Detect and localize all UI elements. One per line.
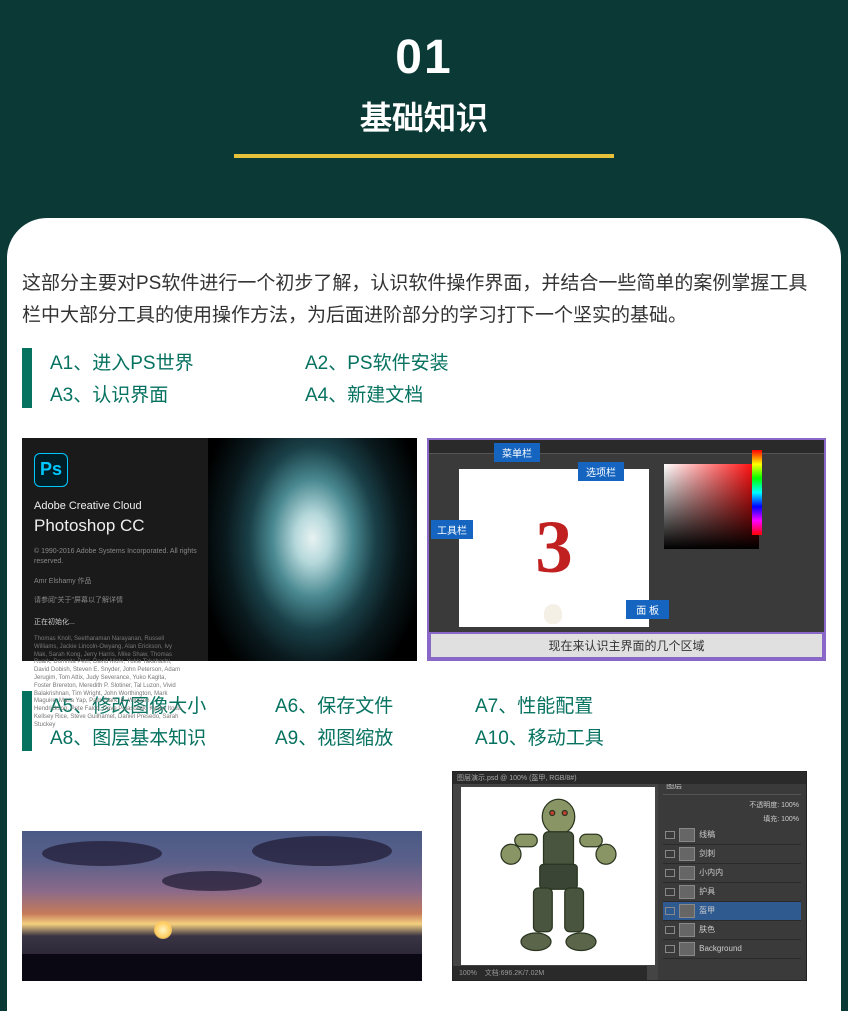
visibility-icon <box>665 907 675 915</box>
doc-info: 文档:696.2K/7.02M <box>485 970 545 977</box>
layer-name: Background <box>699 944 742 953</box>
layer-name: 盔甲 <box>699 905 715 916</box>
layer-thumb <box>679 923 695 937</box>
layer-thumb <box>679 904 695 918</box>
cloud <box>42 841 162 866</box>
skyline <box>22 936 422 981</box>
layer-name: 护具 <box>699 886 715 897</box>
tools-label: 工具栏 <box>431 520 473 539</box>
cloud <box>162 871 262 891</box>
cloud <box>252 836 392 866</box>
splash-artwork <box>208 438 417 661</box>
splash-reading: 请参阅"关于"屏幕以了解详情 <box>34 596 208 606</box>
panel-label: 面 板 <box>626 600 669 619</box>
layer-row: Background <box>663 940 801 959</box>
section-number: 01 <box>0 30 848 85</box>
splash-brand: Adobe Creative Cloud <box>34 499 208 513</box>
ps-toolbar <box>429 454 454 632</box>
splash-copyright: © 1990-2016 Adobe Systems Incorporated. … <box>34 547 208 567</box>
ps-logo-icon: Ps <box>34 453 68 487</box>
image-row-1: Ps Adobe Creative Cloud Photoshop CC © 1… <box>22 438 826 661</box>
layer-name: 线稿 <box>699 829 715 840</box>
layer-row: 盔甲 <box>663 902 801 921</box>
doc-title: 图层演示.psd @ 100% (盔甲, RGB/8#) <box>453 772 806 784</box>
splash-credits: Thomas Knoll, Seetharaman Narayanan, Rus… <box>34 636 184 730</box>
accent-bar <box>22 691 32 751</box>
topic-item: A2、PS软件安装 <box>305 348 530 376</box>
topic-item: A9、视图缩放 <box>275 723 445 751</box>
layer-row: 小内内 <box>663 864 801 883</box>
layer-name: 小内内 <box>699 867 723 878</box>
visibility-icon <box>665 850 675 858</box>
layer-row: 肤色 <box>663 921 801 940</box>
splash-product: Photoshop CC <box>34 515 208 537</box>
title-underline <box>234 154 614 158</box>
topic-item: A4、新建文档 <box>305 380 530 408</box>
layer-thumb <box>679 828 695 842</box>
section-header: 01 基础知识 <box>0 0 848 178</box>
layer-thumb <box>679 885 695 899</box>
zoom-level: 100% <box>459 970 477 977</box>
sunset-photo <box>22 831 422 981</box>
layer-row: 剑刺 <box>663 845 801 864</box>
menu-label: 菜单栏 <box>494 443 540 462</box>
topic-item: A1、进入PS世界 <box>50 348 275 376</box>
canvas-number: 3 <box>535 505 573 591</box>
splash-author: Amr Elshamy 作品 <box>34 577 208 587</box>
visibility-icon <box>665 888 675 896</box>
layer-name: 剑刺 <box>699 848 715 859</box>
layer-thumb <box>679 942 695 956</box>
layer-thumb <box>679 847 695 861</box>
visibility-icon <box>665 869 675 877</box>
topic-item: A10、移动工具 <box>475 723 655 751</box>
layer-row: 护具 <box>663 883 801 902</box>
visibility-icon <box>665 831 675 839</box>
layer-name: 肤色 <box>699 924 715 935</box>
ps-menubar <box>429 440 824 454</box>
options-label: 选项栏 <box>578 462 624 481</box>
hue-slider <box>752 450 762 535</box>
topic-group-1: A1、进入PS世界 A2、PS软件安装 A3、认识界面 A4、新建文档 <box>22 348 826 408</box>
ps-footer-caption: 现在来认识主界面的几个区域 <box>429 632 824 659</box>
color-picker <box>664 464 759 549</box>
content-card: 这部分主要对PS软件进行一个初步了解，认识软件操作界面，并结合一些简单的案例掌握… <box>7 218 841 1011</box>
topic-item: A7、性能配置 <box>475 691 655 719</box>
ps-canvas: 3 <box>459 469 649 627</box>
topic-item: A3、认识界面 <box>50 380 275 408</box>
photoshop-interface-screenshot: 菜单栏 选项栏 工具栏 3 面 板 现在来认识主界面的几个区域 <box>427 438 826 661</box>
description: 这部分主要对PS软件进行一个初步了解，认识软件操作界面，并结合一些简单的案例掌握… <box>22 268 826 333</box>
photoshop-splash-screenshot: Ps Adobe Creative Cloud Photoshop CC © 1… <box>22 438 417 661</box>
accent-bar <box>22 348 32 408</box>
layers-panel: 图层 不透明度: 100% 填充: 100% 线稿剑刺小内内护具盔甲肤色Back… <box>658 772 806 980</box>
ogre-artwork <box>496 793 621 958</box>
layer-footer: 100% 文档:696.2K/7.02M <box>453 966 647 980</box>
owl-icon <box>544 604 562 624</box>
layer-canvas <box>461 787 655 965</box>
splash-init: 正在初始化... <box>34 618 208 628</box>
opacity-label: 不透明度: 100% <box>663 798 801 812</box>
image-row-2: 图层演示.psd @ 100% (盔甲, RGB/8#) 图层 不透明度: 10… <box>22 771 826 981</box>
fill-label: 填充: 100% <box>663 812 801 826</box>
topic-item: A6、保存文件 <box>275 691 445 719</box>
layer-thumb <box>679 866 695 880</box>
layer-row: 线稿 <box>663 826 801 845</box>
visibility-icon <box>665 926 675 934</box>
visibility-icon <box>665 945 675 953</box>
ps-panels <box>654 454 824 632</box>
photoshop-layers-screenshot: 图层演示.psd @ 100% (盔甲, RGB/8#) 图层 不透明度: 10… <box>452 771 807 981</box>
section-title: 基础知识 <box>0 93 848 139</box>
